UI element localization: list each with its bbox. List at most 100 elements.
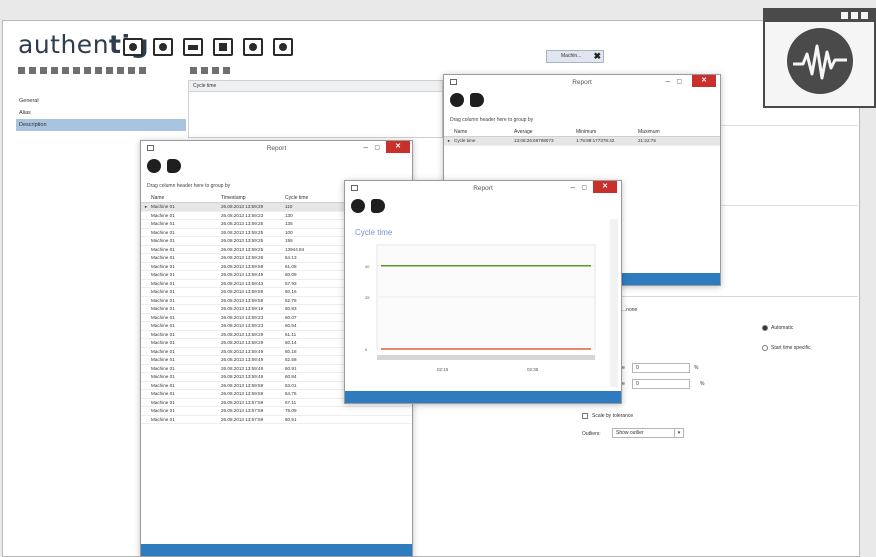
settings-icon[interactable] — [273, 38, 293, 56]
refresh-icon[interactable] — [351, 199, 365, 213]
toolbar-icon[interactable] — [84, 67, 91, 74]
cycle-time-list[interactable]: Cycle time — [188, 80, 443, 138]
row-indicator — [141, 288, 151, 296]
toolbar-icon[interactable] — [73, 67, 80, 74]
table-cell: 26.08.2013 13:59:25 — [221, 246, 264, 252]
column-header[interactable]: Minimum — [576, 127, 638, 136]
row-indicator — [141, 314, 151, 322]
arrow-up-icon[interactable] — [212, 67, 219, 74]
radio-start-time[interactable] — [762, 345, 768, 351]
toolbar-icon[interactable] — [128, 67, 135, 74]
toolbar-icon[interactable] — [117, 67, 124, 74]
column-header[interactable]: Average — [514, 127, 576, 136]
table-cell: 60.91 — [285, 365, 297, 371]
table-cell: Machine 01 — [151, 221, 175, 226]
toolbar-icon[interactable] — [40, 67, 47, 74]
outliers-label: Outliers: — [582, 431, 601, 437]
column-header[interactable]: Name — [151, 193, 221, 202]
nav-toolbar — [18, 67, 146, 74]
toolbar-icon[interactable] — [51, 67, 58, 74]
status-bar — [141, 544, 412, 556]
table-cell: Machine 01 — [151, 391, 175, 396]
field1-input[interactable]: 0 — [632, 363, 690, 373]
background-panel — [720, 85, 858, 295]
table-cell: 64.13 — [285, 255, 297, 260]
column-header[interactable]: Maximum — [638, 127, 688, 136]
toolbar-icon[interactable] — [18, 67, 25, 74]
table-cell: 26.08.2013 13:57:59 — [221, 408, 264, 413]
machine-tab-label: Machin... — [561, 53, 582, 59]
column-header[interactable]: Timestamp — [221, 193, 285, 202]
table-cell: 60.54 — [285, 323, 297, 328]
image-icon[interactable] — [183, 38, 203, 56]
horizontal-scrollbar[interactable] — [377, 355, 595, 360]
table-cell: 26.08.2013 13:59:49 — [221, 365, 264, 371]
close-icon[interactable]: ✖ — [593, 51, 601, 62]
row-indicator — [141, 382, 151, 390]
maximize-button[interactable]: ▢ — [676, 78, 682, 85]
row-indicator — [141, 263, 151, 271]
table-cell: 13:08:26:66798073 — [514, 138, 554, 143]
record-icon[interactable] — [153, 38, 173, 56]
machine-tab[interactable]: Machin... ✖ — [546, 50, 604, 63]
sidebar-item-alias[interactable]: Alias — [16, 107, 186, 119]
toolbar-icon[interactable] — [95, 67, 102, 74]
table-cell: 100 — [285, 229, 293, 235]
table-cell: 26.08.2013 13:59:59 — [221, 297, 264, 303]
refresh-icon[interactable] — [147, 159, 161, 173]
minimize-button[interactable]: – — [364, 143, 368, 152]
radio-start-time-label: Start time specific — [771, 345, 811, 351]
chevron-down-icon[interactable]: ▾ — [674, 428, 684, 438]
row-indicator — [141, 356, 151, 364]
table-cell: 26.08.2013 13:59:59 — [221, 263, 264, 269]
row-indicator — [141, 407, 151, 415]
close-button[interactable]: ✕ — [593, 181, 617, 193]
maximize-button[interactable]: ▢ — [374, 144, 380, 151]
window-title: Report — [266, 145, 287, 152]
arrow-down-icon[interactable] — [223, 67, 230, 74]
table-cell: 26.08.2013 13:59:25 — [221, 221, 264, 226]
scale-tolerance-checkbox[interactable] — [582, 413, 588, 419]
x-tick-label: 02:35 — [527, 367, 539, 372]
table-row[interactable]: Machine 01 26.08.2013 13:57:59 60.51 — [141, 416, 412, 424]
sidebar-item-description[interactable]: Description — [16, 119, 186, 131]
column-header[interactable]: Name — [454, 127, 514, 136]
table-cell: Machine 01 — [151, 263, 175, 269]
radio-automatic[interactable] — [762, 325, 768, 331]
table-cell: Machine 01 — [151, 323, 175, 328]
minimize-button[interactable]: – — [666, 77, 670, 86]
document-icon[interactable] — [213, 38, 233, 56]
tools-icon[interactable] — [243, 38, 263, 56]
scrollbar[interactable] — [610, 219, 618, 387]
add-icon[interactable] — [190, 67, 197, 74]
outliers-select[interactable]: Show outlier — [612, 428, 682, 438]
y-tick-label: 25 — [365, 295, 370, 300]
export-icon[interactable] — [167, 159, 181, 173]
export-icon[interactable] — [470, 93, 484, 107]
refresh-icon[interactable] — [450, 93, 464, 107]
field2-input[interactable]: 0 — [632, 379, 690, 389]
sidebar-item-general[interactable]: General — [16, 95, 186, 107]
y-tick-label: 0 — [365, 347, 368, 352]
table-cell: 26.08.2013 13:57:59 — [221, 416, 264, 422]
window-titlebar: Report – ▢ ✕ — [444, 75, 720, 91]
remove-icon[interactable] — [201, 67, 208, 74]
table-row[interactable]: ▸ Cycle time 13:08:26:66798073 1:79:89:1… — [444, 137, 720, 146]
table-cell: Machine 01 — [151, 340, 175, 345]
maximize-button[interactable]: ▢ — [581, 184, 587, 191]
add-icon[interactable] — [29, 67, 36, 74]
table-row[interactable]: Machine 01 26.08.2013 13:57:59 76.09 — [141, 407, 412, 416]
y-tick-label: 40 — [365, 264, 370, 269]
toolbar-icon[interactable] — [106, 67, 113, 74]
table-cell: 26.08.2013 13:59:28 — [221, 255, 264, 260]
export-icon[interactable] — [371, 199, 385, 213]
toolbar-icon[interactable] — [62, 67, 69, 74]
toolbar-icon[interactable] — [139, 67, 146, 74]
column-header[interactable]: Cycle time — [285, 193, 335, 202]
minimize-button[interactable]: – — [571, 183, 575, 192]
close-button[interactable]: ✕ — [386, 141, 410, 153]
row-indicator — [141, 416, 151, 424]
close-button[interactable]: ✕ — [692, 75, 716, 87]
gear-icon[interactable] — [123, 38, 143, 56]
x-tick-label: 02:15 — [437, 367, 449, 372]
